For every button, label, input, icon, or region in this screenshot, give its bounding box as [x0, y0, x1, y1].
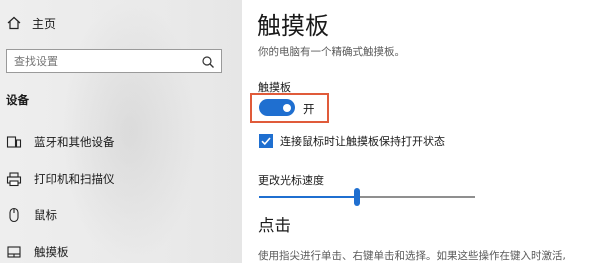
- sidebar-item-printers[interactable]: 打印机和扫描仪: [6, 169, 115, 189]
- page-subtitle: 你的电脑有一个精确式触摸板。: [258, 46, 405, 58]
- keep-touchpad-on-checkbox[interactable]: [259, 134, 273, 148]
- click-section-heading: 点击: [258, 216, 291, 235]
- home-icon: [6, 15, 22, 31]
- touchpad-toggle[interactable]: [259, 99, 295, 116]
- search-box[interactable]: [6, 49, 222, 73]
- main-panel: 触摸板 你的电脑有一个精确式触摸板。 触摸板 开 连接鼠标时让触摸板保持打开状态…: [242, 0, 600, 263]
- touchpad-icon: [6, 244, 22, 260]
- sidebar-item-mouse[interactable]: 鼠标: [6, 205, 57, 225]
- keep-touchpad-on-option[interactable]: 连接鼠标时让触摸板保持打开状态: [259, 133, 445, 149]
- cursor-speed-slider[interactable]: [259, 188, 475, 208]
- slider-fill: [259, 196, 357, 198]
- sidebar-item-label: 触摸板: [34, 245, 69, 259]
- sidebar-item-label: 鼠标: [34, 208, 57, 222]
- sidebar-home-link[interactable]: 主页: [6, 12, 56, 34]
- section-heading-devices: 设备: [6, 93, 29, 107]
- page-title: 触摸板: [257, 12, 329, 40]
- search-icon[interactable]: [201, 54, 215, 68]
- sidebar: 主页 设备 蓝牙和其他设备 打印机和扫描仪 鼠标 触摸板: [0, 0, 242, 263]
- sidebar-item-label: 蓝牙和其他设备: [34, 135, 115, 149]
- toggle-state-text: 开: [303, 102, 315, 116]
- click-description: 使用指尖进行单击、右键单击和选择。如果这些操作在键入时激活,: [258, 250, 566, 262]
- printer-icon: [6, 171, 22, 187]
- toggle-knob: [283, 103, 291, 112]
- home-label: 主页: [32, 16, 57, 31]
- slider-thumb[interactable]: [354, 188, 360, 206]
- sidebar-item-touchpad[interactable]: 触摸板: [6, 242, 69, 262]
- search-input[interactable]: [7, 50, 201, 72]
- mouse-icon: [6, 207, 22, 223]
- sidebar-item-bluetooth[interactable]: 蓝牙和其他设备: [6, 132, 115, 152]
- checkmark-icon: [261, 137, 271, 146]
- sidebar-item-label: 打印机和扫描仪: [34, 172, 115, 186]
- checkbox-label: 连接鼠标时让触摸板保持打开状态: [280, 135, 445, 148]
- bluetooth-devices-icon: [6, 134, 22, 150]
- cursor-speed-label: 更改光标速度: [258, 174, 324, 187]
